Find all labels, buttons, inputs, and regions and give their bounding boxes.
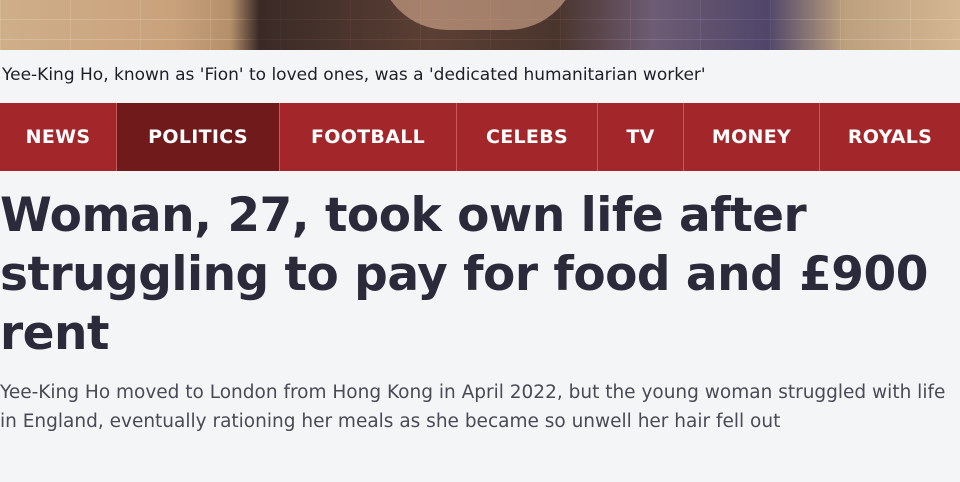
article-headline: Woman, 27, took own life after strugglin… [0,188,928,361]
section-nav: NEWS POLITICS FOOTBALL CELEBS TV MONEY R… [0,103,960,171]
article-photo [0,0,960,50]
photo-caption: Yee-King Ho, known as 'Fion' to loved on… [0,50,960,100]
nav-item-money[interactable]: MONEY [684,103,820,171]
nav-item-politics[interactable]: POLITICS [117,103,280,171]
nav-item-football[interactable]: FOOTBALL [280,103,457,171]
nav-item-news[interactable]: NEWS [0,103,117,171]
nav-item-royals[interactable]: ROYALS [820,103,960,171]
nav-item-celebs[interactable]: CELEBS [457,103,598,171]
article-standfirst: Yee-King Ho moved to London from Hong Ko… [0,382,946,432]
nav-item-tv[interactable]: TV [598,103,684,171]
